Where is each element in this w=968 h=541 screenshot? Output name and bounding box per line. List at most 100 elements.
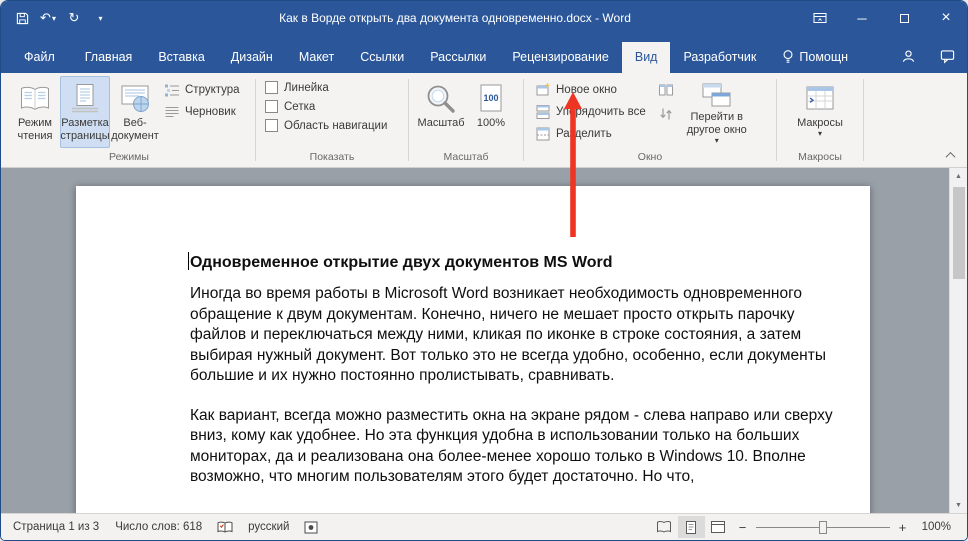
doc-heading: Одновременное открытие двух документов M… <box>190 254 846 272</box>
read-mode-icon <box>18 81 52 117</box>
redo-button[interactable]: ↻ <box>63 6 85 30</box>
read-mode-button[interactable]: Режим чтения <box>10 76 60 148</box>
document-area[interactable]: Одновременное открытие двух документов M… <box>1 168 967 513</box>
zoom-slider-thumb[interactable] <box>819 521 827 534</box>
qat-customize-icon: ▾ <box>98 14 102 23</box>
tab-insert[interactable]: Вставка <box>145 42 217 73</box>
draft-icon <box>164 104 180 120</box>
ribbon-display-options-icon <box>813 11 827 25</box>
zoom-slider[interactable] <box>754 518 892 536</box>
scroll-down-icon: ▼ <box>955 502 962 509</box>
side-by-side-icon <box>658 82 674 98</box>
print-layout-shortcut-button[interactable] <box>678 516 705 538</box>
tab-design[interactable]: Дизайн <box>218 42 286 73</box>
doc-paragraph-2: Как вариант, всегда можно разместить окн… <box>190 406 846 488</box>
proofing-status-button[interactable] <box>210 521 240 534</box>
tab-review[interactable]: Рецензирование <box>499 42 622 73</box>
zoom-100-button[interactable]: 100 100% <box>466 76 516 148</box>
arrange-all-button[interactable]: Упорядочить все <box>531 103 650 121</box>
print-layout-button[interactable]: Разметка страницы <box>60 76 110 148</box>
minimize-button[interactable]: ─ <box>841 1 883 35</box>
zoom-level[interactable]: 100% <box>914 521 963 533</box>
zoom-button[interactable]: Масштаб <box>416 76 466 148</box>
ribbon-group-divider <box>523 79 524 161</box>
zoom-out-icon: − <box>739 520 747 535</box>
language-indicator[interactable]: русский <box>240 521 297 533</box>
zoom-in-button[interactable]: + <box>892 520 914 535</box>
minimize-icon: ─ <box>857 11 866 26</box>
ribbon-group-divider <box>255 79 256 161</box>
ruler-checkbox-row[interactable]: Линейка <box>263 78 401 97</box>
ribbon-group-divider <box>863 79 864 161</box>
feedback-button[interactable] <box>928 49 967 73</box>
gridlines-checkbox-row[interactable]: Сетка <box>263 97 401 116</box>
word-count[interactable]: Число слов: 618 <box>107 521 210 533</box>
tab-developer[interactable]: Разработчик <box>670 42 769 73</box>
read-mode-shortcut-button[interactable] <box>651 516 678 538</box>
page-indicator[interactable]: Страница 1 из 3 <box>5 521 107 533</box>
tab-view[interactable]: Вид <box>622 42 671 73</box>
synchronous-scrolling-button[interactable] <box>654 104 678 124</box>
split-button[interactable]: Разделить <box>531 125 650 143</box>
collapse-ribbon-button[interactable] <box>941 149 959 162</box>
account-button[interactable] <box>889 49 928 73</box>
ribbon-display-options-button[interactable] <box>799 1 841 35</box>
draft-view-button[interactable]: Черновик <box>160 103 244 121</box>
ribbon-group-modes: Режим чтения Разметка страницы Веб-докум… <box>4 73 254 167</box>
macro-recording-button[interactable] <box>297 521 325 534</box>
split-label: Разделить <box>556 127 612 142</box>
maximize-button[interactable] <box>883 1 925 35</box>
qat-customize-button[interactable]: ▾ <box>89 6 111 30</box>
doc-paragraph-1: Иногда во время работы в Microsoft Word … <box>190 284 846 387</box>
switch-windows-label: Перейти в другое окно <box>684 111 750 137</box>
document-page[interactable]: Одновременное открытие двух документов M… <box>76 186 870 513</box>
arrange-all-label: Упорядочить все <box>556 105 646 120</box>
gridlines-checkbox[interactable] <box>265 100 278 113</box>
collapse-ribbon-icon <box>945 152 955 162</box>
view-side-by-side-button[interactable] <box>654 80 678 100</box>
switch-windows-icon <box>701 81 733 111</box>
vertical-scrollbar[interactable]: ▲ ▼ <box>949 168 967 513</box>
tab-file[interactable]: Файл <box>7 42 72 73</box>
scroll-up-button[interactable]: ▲ <box>950 168 967 184</box>
zoom-button-label: Масштаб <box>417 117 464 130</box>
ribbon-group-divider <box>408 79 409 161</box>
comment-icon <box>940 49 955 64</box>
scrollbar-thumb[interactable] <box>953 187 965 279</box>
macros-button[interactable]: Макросы ▾ <box>791 76 849 148</box>
ribbon-group-window: Новое окно Упорядочить все Разделить <box>525 73 775 167</box>
window-controls: ─ × <box>799 1 967 35</box>
undo-button[interactable]: ↶▾ <box>37 6 59 30</box>
ruler-checkbox[interactable] <box>265 81 278 94</box>
new-window-button[interactable]: Новое окно <box>531 81 650 99</box>
scroll-down-button[interactable]: ▼ <box>950 497 967 513</box>
macros-dropdown-icon: ▾ <box>818 130 822 138</box>
tab-tell-me[interactable]: Помощн <box>769 41 861 73</box>
close-icon: × <box>941 9 950 27</box>
tab-references[interactable]: Ссылки <box>347 42 417 73</box>
outline-view-button[interactable]: Структура <box>160 81 244 99</box>
tab-layout[interactable]: Макет <box>286 42 347 73</box>
outline-icon <box>164 82 180 98</box>
proofing-book-icon <box>217 521 233 534</box>
ruler-label: Линейка <box>284 82 329 94</box>
web-layout-button[interactable]: Веб-документ <box>110 76 160 148</box>
tab-home[interactable]: Главная <box>72 42 146 73</box>
maximize-icon <box>900 14 909 23</box>
navigation-pane-checkbox[interactable] <box>265 119 278 132</box>
switch-windows-button[interactable]: Перейти в другое окно ▾ <box>682 76 752 148</box>
save-button[interactable] <box>11 6 33 30</box>
zoom-out-button[interactable]: − <box>732 520 754 535</box>
person-icon <box>901 49 916 64</box>
sync-scrolling-icon <box>658 106 674 122</box>
ribbon-group-macros: Макросы ▾ Макросы <box>778 73 862 167</box>
zoom-100-icon: 100 <box>476 81 506 117</box>
switch-windows-dropdown-icon: ▾ <box>715 137 719 145</box>
web-layout-shortcut-button[interactable] <box>705 516 732 538</box>
group-label-macros: Макросы <box>780 150 860 167</box>
arrange-all-icon <box>535 104 551 120</box>
close-button[interactable]: × <box>925 1 967 35</box>
tab-mailings[interactable]: Рассылки <box>417 42 499 73</box>
undo-dropdown-icon: ▾ <box>52 14 56 23</box>
navigation-pane-checkbox-row[interactable]: Область навигации <box>263 116 401 135</box>
